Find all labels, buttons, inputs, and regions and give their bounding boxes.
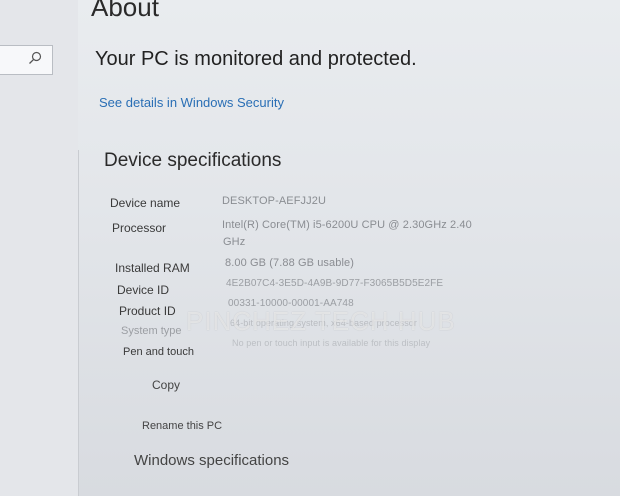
device-name-label: Device name xyxy=(110,196,181,210)
sidebar-divider xyxy=(78,150,79,496)
copy-button[interactable]: Copy xyxy=(152,378,180,392)
processor-label: Processor xyxy=(112,221,167,235)
search-input[interactable] xyxy=(0,45,53,75)
installed-ram-value: 8.00 GB (7.88 GB usable) xyxy=(225,257,354,269)
device-id-label: Device ID xyxy=(117,283,170,297)
processor-value-continued: GHz xyxy=(223,236,246,248)
device-id-value: 4E2B07C4-3E5D-4A9B-9D77-F3065B5D5E2FE xyxy=(226,278,444,289)
search-icon[interactable] xyxy=(28,51,42,65)
settings-sidebar xyxy=(0,0,78,496)
windows-specifications-heading: Windows specifications xyxy=(134,452,290,469)
system-type-label: System type xyxy=(121,325,182,337)
page-title: About xyxy=(91,0,159,22)
pen-and-touch-label: Pen and touch xyxy=(123,346,194,358)
protection-status: Your PC is monitored and protected. xyxy=(95,48,417,70)
device-name-value: DESKTOP-AEFJJ2U xyxy=(222,195,326,207)
installed-ram-label: Installed RAM xyxy=(115,261,190,275)
processor-value: Intel(R) Core(TM) i5-6200U CPU @ 2.30GHz… xyxy=(222,219,472,231)
windows-security-link[interactable]: See details in Windows Security xyxy=(99,95,284,110)
product-id-label: Product ID xyxy=(119,304,176,318)
pen-and-touch-value: No pen or touch input is available for t… xyxy=(232,338,431,348)
device-specifications-heading: Device specifications xyxy=(104,150,282,171)
rename-pc-button[interactable]: Rename this PC xyxy=(142,420,222,432)
watermark: PINCHEZ TECH HUB xyxy=(186,306,456,336)
